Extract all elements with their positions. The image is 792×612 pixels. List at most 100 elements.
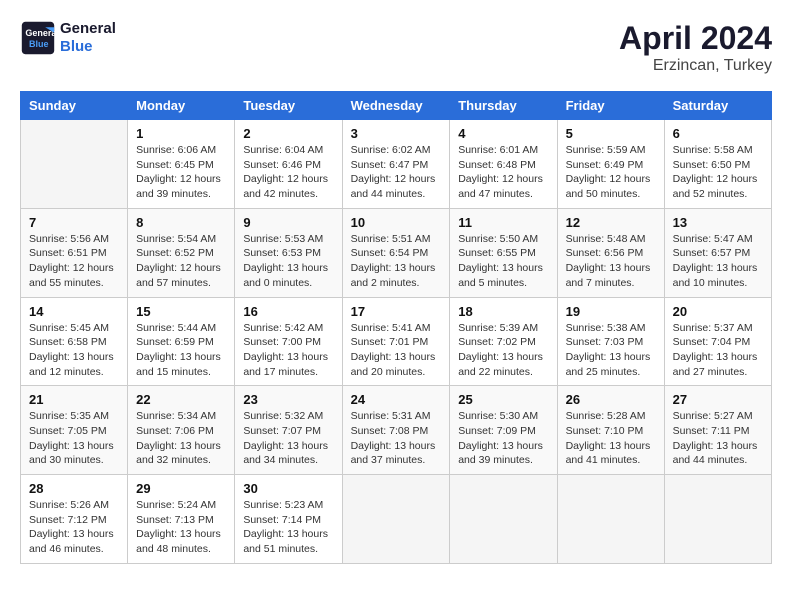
day-number: 5 <box>566 126 656 141</box>
page-header: General Blue General Blue April 2024 Erz… <box>20 20 772 75</box>
day-info: Sunrise: 5:32 AMSunset: 7:07 PMDaylight:… <box>243 409 333 468</box>
day-number: 14 <box>29 304 119 319</box>
calendar-cell: 27 Sunrise: 5:27 AMSunset: 7:11 PMDayligh… <box>664 386 771 475</box>
day-info: Sunrise: 6:06 AMSunset: 6:45 PMDaylight:… <box>136 143 226 202</box>
day-number: 25 <box>458 392 548 407</box>
calendar-header-row: SundayMondayTuesdayWednesdayThursdayFrid… <box>21 92 772 120</box>
calendar-cell: 26Sunrise: 5:28 AMSunset: 7:10 PMDayligh… <box>557 386 664 475</box>
calendar-week-row: 1 Sunrise: 6:06 AMSunset: 6:45 PMDaylight… <box>21 120 772 209</box>
calendar-cell: 30 Sunrise: 5:23 AMSunset: 7:14 PMDayligh… <box>235 475 342 564</box>
day-info: Sunrise: 5:54 AMSunset: 6:52 PMDaylight:… <box>136 232 226 291</box>
calendar-cell: 19Sunrise: 5:38 AMSunset: 7:03 PMDayligh… <box>557 297 664 386</box>
calendar-cell: 16Sunrise: 5:42 AMSunset: 7:00 PMDayligh… <box>235 297 342 386</box>
calendar-cell: 15 Sunrise: 5:44 AMSunset: 6:59 PMDayligh… <box>128 297 235 386</box>
day-info: Sunrise: 5:44 AMSunset: 6:59 PMDaylight:… <box>136 321 226 380</box>
location-subtitle: Erzincan, Turkey <box>619 57 772 75</box>
month-year-title: April 2024 <box>619 20 772 57</box>
day-info: Sunrise: 5:34 AMSunset: 7:06 PMDaylight:… <box>136 409 226 468</box>
calendar-cell: 17 Sunrise: 5:41 AMSunset: 7:01 PMDayligh… <box>342 297 450 386</box>
day-number: 30 <box>243 481 333 496</box>
day-info: Sunrise: 5:41 AMSunset: 7:01 PMDaylight:… <box>351 321 442 380</box>
day-header-sunday: Sunday <box>21 92 128 120</box>
calendar-cell: 14 Sunrise: 5:45 AMSunset: 6:58 PMDayligh… <box>21 297 128 386</box>
calendar-cell: 22 Sunrise: 5:34 AMSunset: 7:06 PMDayligh… <box>128 386 235 475</box>
day-info: Sunrise: 5:56 AMSunset: 6:51 PMDaylight:… <box>29 232 119 291</box>
day-number: 4 <box>458 126 548 141</box>
title-area: April 2024 Erzincan, Turkey <box>619 20 772 75</box>
day-number: 6 <box>673 126 763 141</box>
day-number: 29 <box>136 481 226 496</box>
day-number: 20 <box>673 304 763 319</box>
logo-icon: General Blue <box>20 20 56 56</box>
calendar-cell: 29 Sunrise: 5:24 AMSunset: 7:13 PMDayligh… <box>128 475 235 564</box>
calendar-cell: 5 Sunrise: 5:59 AMSunset: 6:49 PMDaylight… <box>557 120 664 209</box>
day-info: Sunrise: 5:58 AMSunset: 6:50 PMDaylight:… <box>673 143 763 202</box>
day-info: Sunrise: 5:23 AMSunset: 7:14 PMDaylight:… <box>243 498 333 557</box>
day-header-thursday: Thursday <box>450 92 557 120</box>
calendar-cell: 28 Sunrise: 5:26 AMSunset: 7:12 PMDayligh… <box>21 475 128 564</box>
day-info: Sunrise: 5:51 AMSunset: 6:54 PMDaylight:… <box>351 232 442 291</box>
calendar-week-row: 7 Sunrise: 5:56 AMSunset: 6:51 PMDaylight… <box>21 208 772 297</box>
day-number: 10 <box>351 215 442 230</box>
day-info: Sunrise: 5:24 AMSunset: 7:13 PMDaylight:… <box>136 498 226 557</box>
calendar-cell: 3 Sunrise: 6:02 AMSunset: 6:47 PMDaylight… <box>342 120 450 209</box>
day-number: 3 <box>351 126 442 141</box>
calendar-cell: 6 Sunrise: 5:58 AMSunset: 6:50 PMDaylight… <box>664 120 771 209</box>
day-number: 21 <box>29 392 119 407</box>
calendar-week-row: 21Sunrise: 5:35 AMSunset: 7:05 PMDayligh… <box>21 386 772 475</box>
calendar-cell <box>664 475 771 564</box>
calendar-cell: 9 Sunrise: 5:53 AMSunset: 6:53 PMDaylight… <box>235 208 342 297</box>
calendar-week-row: 14 Sunrise: 5:45 AMSunset: 6:58 PMDayligh… <box>21 297 772 386</box>
calendar-week-row: 28 Sunrise: 5:26 AMSunset: 7:12 PMDayligh… <box>21 475 772 564</box>
day-info: Sunrise: 5:59 AMSunset: 6:49 PMDaylight:… <box>566 143 656 202</box>
day-header-monday: Monday <box>128 92 235 120</box>
day-number: 15 <box>136 304 226 319</box>
day-number: 7 <box>29 215 119 230</box>
day-header-friday: Friday <box>557 92 664 120</box>
day-info: Sunrise: 5:37 AMSunset: 7:04 PMDaylight:… <box>673 321 763 380</box>
day-info: Sunrise: 5:27 AMSunset: 7:11 PMDaylight:… <box>673 409 763 468</box>
day-number: 1 <box>136 126 226 141</box>
day-info: Sunrise: 5:45 AMSunset: 6:58 PMDaylight:… <box>29 321 119 380</box>
day-number: 9 <box>243 215 333 230</box>
day-info: Sunrise: 5:39 AMSunset: 7:02 PMDaylight:… <box>458 321 548 380</box>
day-header-tuesday: Tuesday <box>235 92 342 120</box>
svg-text:Blue: Blue <box>29 39 49 49</box>
day-number: 24 <box>351 392 442 407</box>
day-info: Sunrise: 5:30 AMSunset: 7:09 PMDaylight:… <box>458 409 548 468</box>
day-info: Sunrise: 6:02 AMSunset: 6:47 PMDaylight:… <box>351 143 442 202</box>
calendar-cell: 24Sunrise: 5:31 AMSunset: 7:08 PMDayligh… <box>342 386 450 475</box>
day-number: 17 <box>351 304 442 319</box>
day-number: 12 <box>566 215 656 230</box>
calendar-cell: 12 Sunrise: 5:48 AMSunset: 6:56 PMDayligh… <box>557 208 664 297</box>
calendar-cell: 18 Sunrise: 5:39 AMSunset: 7:02 PMDayligh… <box>450 297 557 386</box>
calendar-cell: 23 Sunrise: 5:32 AMSunset: 7:07 PMDayligh… <box>235 386 342 475</box>
day-number: 11 <box>458 215 548 230</box>
calendar-cell: 8Sunrise: 5:54 AMSunset: 6:52 PMDaylight… <box>128 208 235 297</box>
day-info: Sunrise: 5:28 AMSunset: 7:10 PMDaylight:… <box>566 409 656 468</box>
calendar-cell: 21Sunrise: 5:35 AMSunset: 7:05 PMDayligh… <box>21 386 128 475</box>
day-info: Sunrise: 5:48 AMSunset: 6:56 PMDaylight:… <box>566 232 656 291</box>
logo: General Blue General Blue <box>20 20 116 56</box>
calendar-cell: 20 Sunrise: 5:37 AMSunset: 7:04 PMDayligh… <box>664 297 771 386</box>
day-info: Sunrise: 6:01 AMSunset: 6:48 PMDaylight:… <box>458 143 548 202</box>
day-header-saturday: Saturday <box>664 92 771 120</box>
day-number: 27 <box>673 392 763 407</box>
day-info: Sunrise: 5:50 AMSunset: 6:55 PMDaylight:… <box>458 232 548 291</box>
day-number: 23 <box>243 392 333 407</box>
calendar-table: SundayMondayTuesdayWednesdayThursdayFrid… <box>20 91 772 564</box>
day-number: 28 <box>29 481 119 496</box>
calendar-cell: 7 Sunrise: 5:56 AMSunset: 6:51 PMDaylight… <box>21 208 128 297</box>
day-info: Sunrise: 5:47 AMSunset: 6:57 PMDaylight:… <box>673 232 763 291</box>
day-info: Sunrise: 5:38 AMSunset: 7:03 PMDaylight:… <box>566 321 656 380</box>
calendar-cell <box>342 475 450 564</box>
calendar-cell <box>557 475 664 564</box>
day-info: Sunrise: 5:53 AMSunset: 6:53 PMDaylight:… <box>243 232 333 291</box>
day-number: 18 <box>458 304 548 319</box>
day-number: 2 <box>243 126 333 141</box>
calendar-cell: 11 Sunrise: 5:50 AMSunset: 6:55 PMDayligh… <box>450 208 557 297</box>
day-number: 22 <box>136 392 226 407</box>
day-info: Sunrise: 5:26 AMSunset: 7:12 PMDaylight:… <box>29 498 119 557</box>
calendar-cell: 1 Sunrise: 6:06 AMSunset: 6:45 PMDaylight… <box>128 120 235 209</box>
calendar-cell <box>450 475 557 564</box>
